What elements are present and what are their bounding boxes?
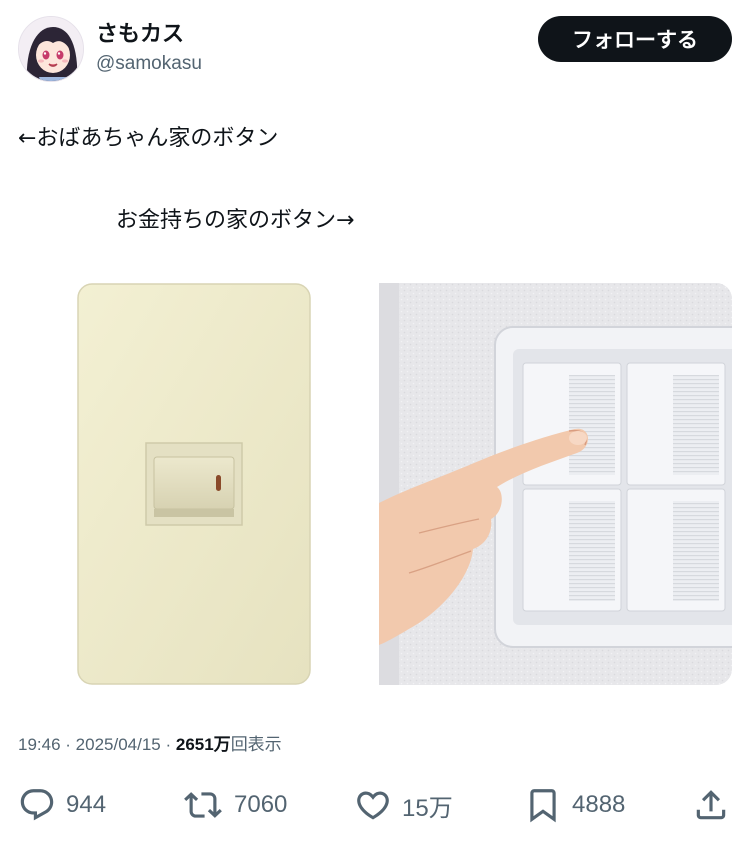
- author-names: さもカス @samokasu: [96, 20, 202, 78]
- bookmark-icon: [524, 786, 562, 824]
- views-label: 回表示: [230, 735, 282, 754]
- reply-icon: [18, 786, 56, 824]
- share-button[interactable]: [692, 782, 730, 828]
- repost-button[interactable]: 7060: [182, 782, 287, 828]
- tweet-time[interactable]: 19:46: [18, 735, 61, 754]
- like-icon: [354, 786, 392, 824]
- display-name[interactable]: さもカス: [96, 20, 202, 50]
- reply-count: 944: [66, 791, 107, 818]
- bookmark-button[interactable]: 4888: [524, 782, 625, 828]
- avatar[interactable]: [18, 16, 84, 82]
- views-count: 2651万: [175, 735, 231, 754]
- like-button[interactable]: 15万: [354, 782, 453, 828]
- reply-button[interactable]: 944: [18, 782, 106, 828]
- bookmark-count: 4888: [572, 791, 626, 818]
- follow-button[interactable]: フォローする: [538, 16, 732, 62]
- action-bar: 944 7060 15万 4888: [18, 782, 732, 828]
- tweet-date[interactable]: 2025/04/15: [76, 735, 161, 754]
- handle[interactable]: @samokasu: [96, 50, 202, 78]
- tweet-media[interactable]: [18, 283, 732, 685]
- meta-separator: ·: [60, 735, 76, 754]
- meta-separator: ·: [160, 735, 176, 754]
- modern-switch-image[interactable]: [379, 283, 732, 685]
- old-switch-image[interactable]: [18, 283, 375, 685]
- like-count: 15万: [402, 794, 453, 822]
- tweet-meta: 19:46 · 2025/04/15 · 2651万回表示: [18, 730, 282, 755]
- share-icon: [692, 786, 730, 824]
- repost-count: 7060: [234, 791, 288, 818]
- repost-icon: [182, 786, 224, 824]
- tweet-line-2: お金持ちの家のボタン→: [116, 208, 355, 233]
- tweet-header: さもカス @samokasu フォローする: [18, 16, 732, 86]
- tweet-line-1: ←おばあちゃん家のボタン: [18, 126, 279, 151]
